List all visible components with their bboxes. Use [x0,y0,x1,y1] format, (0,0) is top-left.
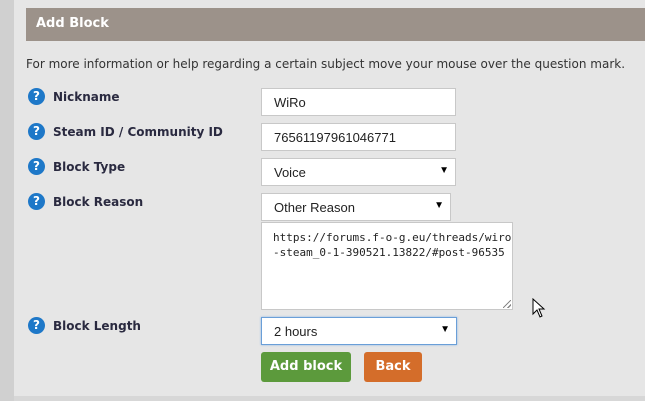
block-type-select[interactable]: Voice ▼ [261,158,456,186]
left-sidebar-edge [0,0,14,401]
other-reason-textarea[interactable]: https://forums.f-o-g.eu/threads/wiro-ste… [261,222,513,310]
nickname-input[interactable]: WiRo [261,88,456,116]
block-type-value: Voice [274,165,306,180]
panel-header: Add Block [26,8,645,41]
chevron-down-icon: ▼ [439,165,449,176]
chevron-down-icon: ▼ [440,324,450,335]
block-length-label: Block Length [53,319,141,333]
panel-title: Add Block [36,16,109,31]
help-hint-text: For more information or help regarding a… [26,57,626,71]
chevron-down-icon: ▼ [434,200,444,211]
steam-id-input[interactable]: 76561197961046771 [261,123,456,151]
add-block-panel: Add Block For more information or help r… [14,0,645,396]
block-length-help-icon[interactable]: ? [28,317,45,334]
block-length-value: 2 hours [274,324,318,339]
nickname-label: Nickname [53,90,120,104]
block-reason-value: Other Reason [274,200,355,215]
block-reason-label: Block Reason [53,195,144,209]
back-button[interactable]: Back [364,352,422,382]
page-background: Add Block For more information or help r… [0,0,645,401]
nickname-help-icon[interactable]: ? [28,88,45,105]
block-reason-select[interactable]: Other Reason ▼ [261,193,451,221]
mouse-pointer-icon [532,298,546,318]
resize-handle-icon[interactable] [503,300,511,308]
steam-id-label: Steam ID / Community ID [53,125,223,139]
block-length-select[interactable]: 2 hours ▼ [261,317,457,345]
steam-id-help-icon[interactable]: ? [28,123,45,140]
block-type-help-icon[interactable]: ? [28,158,45,175]
other-reason-text: https://forums.f-o-g.eu/threads/wiro-ste… [273,231,512,259]
block-reason-help-icon[interactable]: ? [28,193,45,210]
block-type-label: Block Type [53,160,126,174]
add-block-button[interactable]: Add block [261,352,351,382]
